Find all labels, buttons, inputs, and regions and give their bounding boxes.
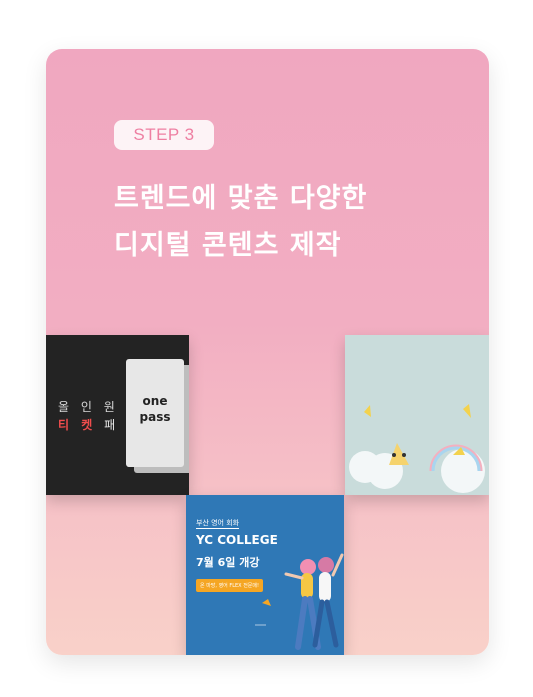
character-illustration [349,404,485,493]
ticket-card: one pass [126,359,184,467]
thumbnail-ticket-pass[interactable]: 올 인 원 티 켓 패 스 one pass [46,335,189,495]
step-badge: STEP 3 [114,120,214,150]
section-title: 트렌드에 맞춘 다양한 디지털 콘텐츠 제작 [114,175,367,269]
thumbnail-yc-college[interactable]: 부산 영어 회화 YC COLLEGE 7월 6일 개강 온 마망, 영어 FL… [186,495,344,655]
title-line-2: 디지털 콘텐츠 제작 [114,230,342,261]
allin-text: 올 인 원 [58,400,119,414]
step-card: STEP 3 트렌드에 맞춘 다양한 디지털 콘텐츠 제작 올 인 원 티 켓 … [46,49,489,655]
title-line-1: 트렌드에 맞춘 다양한 [114,183,368,214]
ticket-label: one pass [139,394,171,424]
thumbnail-character[interactable] [345,335,489,495]
ticket-red-text: 티 켓 [58,418,97,432]
dancing-people-illustration [255,553,344,650]
